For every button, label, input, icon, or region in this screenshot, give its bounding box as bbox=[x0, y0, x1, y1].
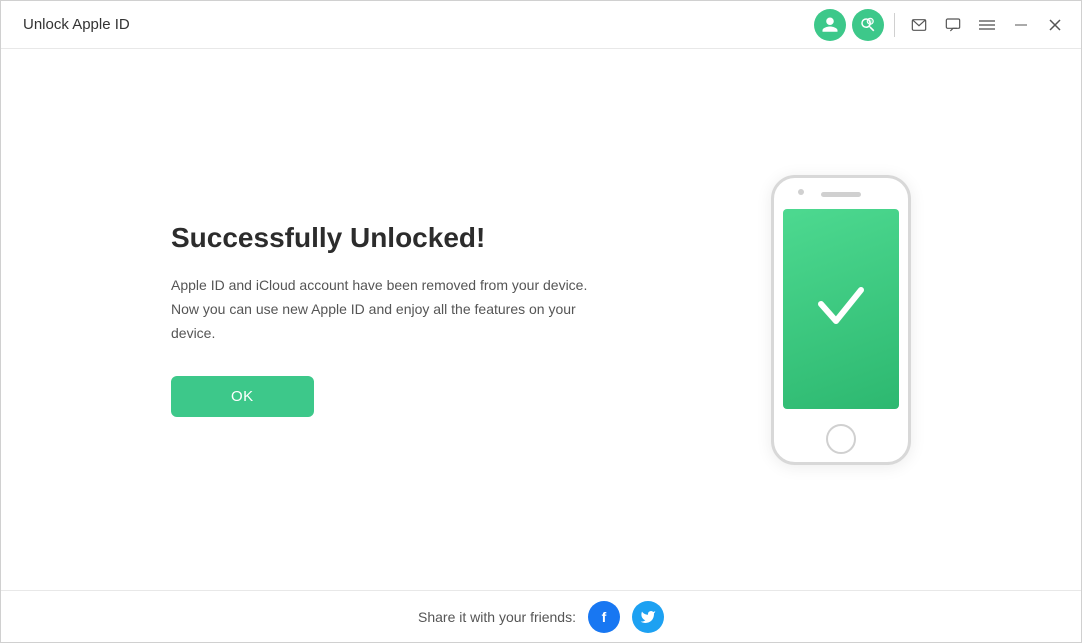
phone-camera bbox=[798, 189, 804, 195]
facebook-icon: f bbox=[602, 609, 607, 625]
phone-device bbox=[771, 175, 911, 465]
content-layout: Successfully Unlocked! Apple ID and iClo… bbox=[1, 175, 1081, 465]
success-title: Successfully Unlocked! bbox=[171, 222, 651, 254]
message-icon[interactable] bbox=[939, 11, 967, 39]
phone-illustration bbox=[771, 175, 911, 465]
title-bar-left: Unlock Apple ID bbox=[13, 16, 814, 33]
twitter-share-button[interactable] bbox=[632, 601, 664, 633]
search-account-icon[interactable]: i bbox=[852, 9, 884, 41]
user-account-icon[interactable] bbox=[814, 9, 846, 41]
success-desc-line1: Apple ID and iCloud account have been re… bbox=[171, 277, 587, 293]
left-section: Successfully Unlocked! Apple ID and iClo… bbox=[171, 222, 651, 416]
facebook-share-button[interactable]: f bbox=[588, 601, 620, 633]
title-bar: Unlock Apple ID i bbox=[1, 1, 1081, 49]
phone-home-button bbox=[826, 424, 856, 454]
app-title: Unlock Apple ID bbox=[23, 16, 130, 33]
menu-icon[interactable] bbox=[973, 11, 1001, 39]
mail-icon[interactable] bbox=[905, 11, 933, 39]
ok-button[interactable]: OK bbox=[171, 376, 314, 417]
svg-text:i: i bbox=[869, 19, 870, 24]
share-text: Share it with your friends: bbox=[418, 609, 576, 625]
main-content: Successfully Unlocked! Apple ID and iClo… bbox=[1, 49, 1081, 590]
phone-screen bbox=[783, 209, 899, 409]
phone-speaker bbox=[821, 192, 861, 197]
checkmark-icon bbox=[811, 274, 871, 343]
success-description: Apple ID and iCloud account have been re… bbox=[171, 274, 611, 345]
footer: Share it with your friends: f bbox=[1, 590, 1081, 642]
close-button[interactable] bbox=[1041, 11, 1069, 39]
minimize-button[interactable] bbox=[1007, 11, 1035, 39]
success-desc-line2: Now you can use new Apple ID and enjoy a… bbox=[171, 301, 576, 341]
title-bar-controls: i bbox=[814, 9, 1069, 41]
divider bbox=[894, 13, 895, 37]
twitter-bird-icon bbox=[640, 609, 656, 625]
